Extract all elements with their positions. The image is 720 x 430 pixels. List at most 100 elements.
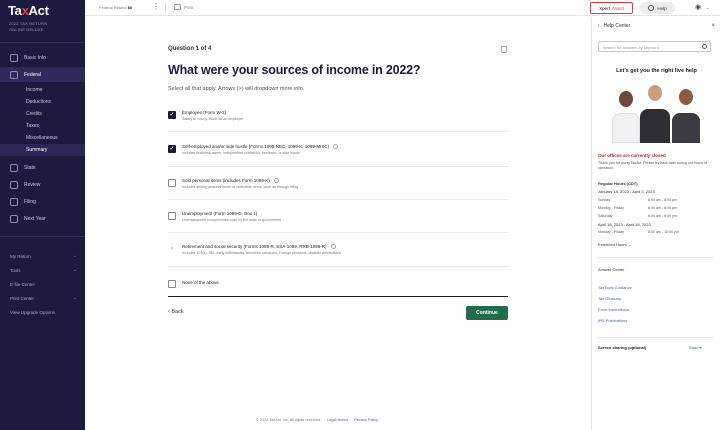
sidebar-item-filing[interactable]: Filing: [0, 194, 85, 209]
help-search-input[interactable]: Search for answers by keyword: [598, 41, 711, 52]
screen-sharing-label: Screen sharing (optional): [598, 345, 647, 350]
divider: [598, 257, 713, 258]
sidebar-item-federal[interactable]: Federal: [0, 67, 85, 82]
checkbox-sold-personal-items[interactable]: [168, 179, 176, 187]
sidebar-sub-credits[interactable]: Credits: [0, 108, 85, 120]
chevron-left-icon[interactable]: ‹: [598, 23, 600, 29]
divider: [168, 199, 508, 200]
search-icon[interactable]: [702, 44, 707, 49]
more-options-icon[interactable]: ⋮: [152, 2, 160, 11]
page-subtitle: Select all that apply. Arrows (>) will d…: [168, 86, 305, 92]
regular-hours-label: Regular Hours (CDT): [598, 181, 638, 186]
option-title: None of the above: [182, 280, 219, 285]
sidebar-efile-center[interactable]: E-file Center: [0, 277, 85, 291]
sidebar-divider: [0, 42, 85, 43]
back-button[interactable]: ‹ Back: [168, 309, 184, 315]
sidebar-item-next-year[interactable]: Next Year: [0, 211, 85, 226]
help-link-irs-publications[interactable]: IRS Publications: [598, 318, 627, 323]
sidebar-item-review[interactable]: Review: [0, 177, 85, 192]
answer-center-heading: Answer Center: [598, 267, 625, 272]
screen-sharing-start-link[interactable]: Start ➔: [689, 345, 702, 350]
question-icon: [648, 5, 655, 11]
sidebar-sub-income[interactable]: Income: [0, 84, 85, 96]
help-button[interactable]: Help: [640, 2, 675, 14]
chevron-down-icon: ⌄: [72, 253, 77, 259]
arrow-right-icon: ➔: [698, 345, 702, 350]
person-icon: [10, 53, 18, 62]
bookmark-icon[interactable]: [501, 46, 507, 53]
option-description: Includes 401(k), IRA, early withdrawals,…: [182, 251, 342, 255]
option-title: Self-employed and/or side hustle (Forms …: [182, 144, 339, 150]
footer: © 2022 TaxAct, Inc. All rights reserved.…: [256, 418, 378, 422]
divider: [168, 266, 508, 267]
checkbox-unemployment[interactable]: [168, 212, 176, 220]
sidebar-sub-miscellaneous[interactable]: Miscellaneous: [0, 132, 85, 144]
top-bar: Federal Refund $0 ⋮ Print Xpert Assist He…: [85, 0, 720, 16]
april-hours-range: April 18, 2023 - April 18, 2023: [598, 222, 651, 227]
checkbox-self-employed[interactable]: ✓: [168, 145, 176, 153]
legal-notice-link[interactable]: Legal Notice: [327, 418, 348, 422]
option-description: Salary or hourly. Work for an employer: [182, 117, 244, 121]
hours-row: Saturday 8:00 am - 8:00 pm: [598, 214, 678, 218]
info-icon[interactable]: [330, 244, 336, 250]
calendar-icon: [10, 214, 18, 223]
map-icon: [10, 163, 18, 172]
chevron-left-icon: ‹: [168, 309, 170, 315]
help-link-taxtools[interactable]: TaxTools Guidance: [598, 285, 632, 290]
print-button[interactable]: Print: [174, 4, 193, 10]
offices-closed-message: Thank you for using TaxAct. Please try b…: [598, 161, 707, 170]
sidebar-item-basic-info[interactable]: Basic Info: [0, 50, 85, 65]
sidebar-sub-deductions[interactable]: Deductions: [0, 96, 85, 108]
sidebar-my-return[interactable]: My Return ⌄: [0, 249, 85, 263]
divider: [168, 131, 508, 132]
sidebar-sub-summary[interactable]: Summary: [0, 144, 85, 156]
sidebar-upgrade-options[interactable]: View Upgrade Options: [0, 305, 85, 319]
close-icon[interactable]: ×: [711, 23, 715, 29]
privacy-policy-link[interactable]: Privacy Policy: [354, 418, 378, 422]
extended-hours-toggle[interactable]: Extended Hours ⌄: [598, 242, 631, 247]
info-icon[interactable]: [273, 178, 279, 184]
info-icon[interactable]: [333, 144, 339, 150]
sidebar: TaxAct 2022 TAX RETURN ONLINE DELUXE Bas…: [0, 0, 85, 430]
send-icon: [10, 197, 18, 206]
xpert-assist-button[interactable]: Xpert Assist: [590, 2, 633, 14]
chevron-down-icon: ⌄: [72, 295, 77, 301]
option-title: Sold personal items (includes Form 1099-…: [182, 178, 279, 184]
hours-row: Sunday 8:00 am - 8:00 pm: [598, 198, 678, 202]
hours-row: Monday - Friday 8:00 am - 10:00 pm: [598, 230, 680, 234]
checkbox-employee[interactable]: ✓: [168, 111, 176, 119]
product-year: 2022 TAX RETURN: [9, 21, 48, 26]
printer-icon: [174, 4, 181, 10]
option-description: Includes selling personal items or colle…: [182, 185, 299, 189]
help-hero-title: Let's get you the right live help: [616, 68, 697, 74]
sidebar-divider: [0, 236, 85, 237]
option-title: Employee (Form W-2): [182, 110, 227, 115]
bank-icon: [10, 70, 18, 79]
checkbox-none[interactable]: [168, 280, 176, 288]
help-center-header: ‹ Help Center ×: [598, 23, 715, 29]
sidebar-tools[interactable]: Tools ⌄: [0, 263, 85, 277]
support-team-photo: [606, 81, 706, 143]
chevron-right-icon[interactable]: ›: [168, 244, 176, 252]
page-title: What were your sources of income in 2022…: [168, 63, 421, 77]
chevron-down-icon: ⌄: [72, 267, 77, 273]
sidebar-item-state[interactable]: State: [0, 160, 85, 175]
option-description: Includes business owner, independent con…: [182, 151, 300, 155]
continue-button[interactable]: Continue: [466, 306, 508, 320]
sidebar-print-center[interactable]: Print Center ⌄: [0, 291, 85, 305]
chevron-down-icon[interactable]: ⌄: [706, 5, 709, 10]
divider: [598, 337, 713, 338]
divider: [168, 232, 508, 233]
sidebar-sub-taxes[interactable]: Taxes: [0, 120, 85, 132]
help-link-glossary[interactable]: Tax Glossary: [598, 296, 621, 301]
help-center-panel: ‹ Help Center × Search for answers by ke…: [591, 17, 720, 430]
product-edition: ONLINE DELUXE: [9, 27, 44, 32]
question-counter: Question 1 of 4: [168, 46, 212, 52]
option-description: Unemployment compensation paid by the st…: [182, 218, 282, 222]
taxact-logo[interactable]: TaxAct: [8, 3, 49, 18]
user-icon[interactable]: ◉: [695, 3, 701, 11]
federal-refund[interactable]: Federal Refund $0: [99, 5, 132, 10]
help-link-form-instructions[interactable]: Form Instructions: [598, 307, 629, 312]
divider: [168, 296, 508, 297]
chevron-down-icon: ⌄: [627, 242, 632, 247]
